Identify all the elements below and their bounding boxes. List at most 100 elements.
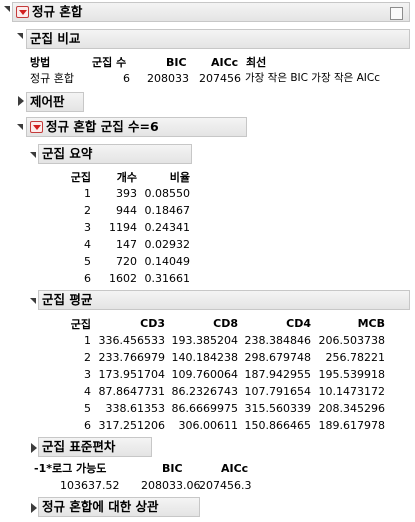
report-header[interactable]: 정규 혼합 [12, 2, 410, 22]
means-disclosure-icon[interactable] [30, 298, 36, 304]
means-col-cluster: 군집 [70, 317, 91, 331]
means-header[interactable]: 군집 평균 [38, 290, 410, 310]
means-title: 군집 평균 [42, 292, 93, 307]
summary-disclosure-icon[interactable] [30, 152, 36, 158]
means-cell: 189.617978 [318, 419, 385, 432]
means-cell: 86.2326743 [171, 385, 238, 398]
control-panel-title: 제어판 [30, 94, 65, 109]
means-cell: 86.6669975 [171, 402, 238, 415]
stddev-col-aicc: AICc [221, 462, 249, 475]
summary-cell: 944 [116, 204, 137, 217]
summary-cell: 4 [84, 238, 91, 251]
means-col-cd3: CD3 [140, 317, 165, 330]
table-row: 2 233.766979 140.184238 298.679748 256.78221 [60, 349, 385, 366]
control-panel-disclosure-icon[interactable] [18, 96, 24, 106]
means-cell: 3 [84, 368, 91, 381]
compare-col-best: 최선 [246, 56, 267, 69]
table-row: 1 336.456533 193.385204 238.384846 206.50373… [60, 332, 385, 349]
means-cell: 298.679748 [244, 351, 311, 364]
compare-col-bic: BIC [166, 56, 187, 69]
summary-col-count: 개수 [116, 170, 137, 184]
table-row: 6 317.251206 306.00611 150.866465 189.617978 [60, 417, 385, 434]
table-row: 6 1602 0.31661 [60, 270, 190, 287]
summary-cell: 0.14049 [144, 255, 191, 268]
correlation-disclosure-icon[interactable] [31, 503, 37, 513]
summary-cell: 393 [116, 187, 137, 200]
means-cell: 317.251206 [98, 419, 165, 432]
compare-cell-method: 정규 혼합 [30, 72, 74, 85]
compare-col-n: 군집 수 [92, 56, 127, 69]
means-cell: 256.78221 [325, 351, 386, 364]
window-options-icon[interactable] [390, 7, 403, 20]
means-cell: 338.61353 [105, 402, 166, 415]
means-cell: 109.760064 [171, 368, 238, 381]
means-table: 군집 CD3 CD8 CD4 MCB 1 336.456533 193.385204… [60, 315, 385, 434]
table-row: 4 87.8647731 86.2326743 107.791654 10.147317… [60, 383, 385, 400]
correlation-header[interactable]: 정규 혼합에 대한 상관 [38, 497, 200, 517]
summary-cell: 720 [116, 255, 137, 268]
correlation-title: 정규 혼합에 대한 상관 [42, 499, 159, 514]
compare-cell-n: 6 [123, 72, 130, 85]
summary-col-ratio: 비율 [169, 170, 190, 184]
means-cell: 193.385204 [171, 334, 238, 347]
stddev-header[interactable]: 군집 표준편차 [38, 437, 152, 457]
summary-header-row: 군집 개수 비율 [60, 168, 190, 185]
compare-cell-aicc: 207456 [199, 72, 241, 85]
means-cell: 238.384846 [244, 334, 311, 347]
means-cell: 173.951704 [98, 368, 165, 381]
summary-cell: 2 [84, 204, 91, 217]
means-cell: 315.560339 [244, 402, 311, 415]
compare-col-aicc: AICc [211, 56, 239, 69]
means-cell: 195.539918 [318, 368, 385, 381]
mixture-header[interactable]: 정규 혼합 군집 수=6 [26, 117, 247, 137]
means-cell: 6 [84, 419, 91, 432]
means-cell: 1 [84, 334, 91, 347]
means-cell: 208.345296 [318, 402, 385, 415]
summary-cell: 1194 [109, 221, 137, 234]
mixture-title: 정규 혼합 군집 수=6 [46, 119, 159, 134]
means-cell: 306.00611 [178, 419, 239, 432]
summary-cell: 3 [84, 221, 91, 234]
stddev-disclosure-icon[interactable] [31, 443, 37, 453]
table-row: 3 1194 0.24341 [60, 219, 190, 236]
means-cell: 2 [84, 351, 91, 364]
mixture-menu-button[interactable] [30, 120, 43, 133]
summary-cell: 6 [84, 272, 91, 285]
report-disclosure-icon[interactable] [4, 6, 10, 12]
means-col-mcb: MCB [357, 317, 385, 330]
stddev-cell-loglik: 103637.52 [60, 479, 120, 492]
means-cell: 4 [84, 385, 91, 398]
stddev-col-bic: BIC [162, 462, 183, 475]
table-row: 4 147 0.02932 [60, 236, 190, 253]
means-cell: 206.503738 [318, 334, 385, 347]
table-row: 5 720 0.14049 [60, 253, 190, 270]
summary-cell: 1602 [109, 272, 137, 285]
summary-cell: 0.31661 [144, 272, 191, 285]
report-title: 정규 혼합 [32, 4, 83, 19]
summary-table: 군집 개수 비율 1 393 0.08550 2 944 0.18467 3 1194 0.… [60, 168, 190, 287]
compare-col-method: 방법 [30, 56, 51, 69]
compare-title: 군집 비교 [30, 31, 81, 46]
table-row: 3 173.951704 109.760064 187.942955 195.53991… [60, 366, 385, 383]
means-cell: 140.184238 [171, 351, 238, 364]
summary-header[interactable]: 군집 요약 [38, 144, 192, 164]
summary-title: 군집 요약 [42, 146, 93, 161]
compare-cell-best: 가장 작은 BIC 가장 작은 AICc [245, 72, 380, 84]
means-cell: 150.866465 [244, 419, 311, 432]
report-menu-button[interactable] [16, 5, 29, 18]
compare-disclosure-icon[interactable] [17, 33, 23, 39]
means-cell: 187.942955 [244, 368, 311, 381]
means-header-row: 군집 CD3 CD8 CD4 MCB [60, 315, 385, 332]
control-panel-header[interactable]: 제어판 [26, 92, 84, 112]
means-cell: 5 [84, 402, 91, 415]
compare-header[interactable]: 군집 비교 [26, 29, 410, 49]
summary-col-cluster: 군집 [70, 170, 91, 184]
stddev-title: 군집 표준편차 [42, 439, 116, 454]
table-row: 2 944 0.18467 [60, 202, 190, 219]
summary-cell: 1 [84, 187, 91, 200]
stddev-cell-bic: 208033.06 [141, 479, 201, 492]
stddev-col-loglik: -1*로그 가능도 [34, 462, 107, 475]
means-col-cd4: CD4 [286, 317, 311, 330]
mixture-disclosure-icon[interactable] [17, 124, 23, 130]
summary-cell: 0.02932 [144, 238, 191, 251]
